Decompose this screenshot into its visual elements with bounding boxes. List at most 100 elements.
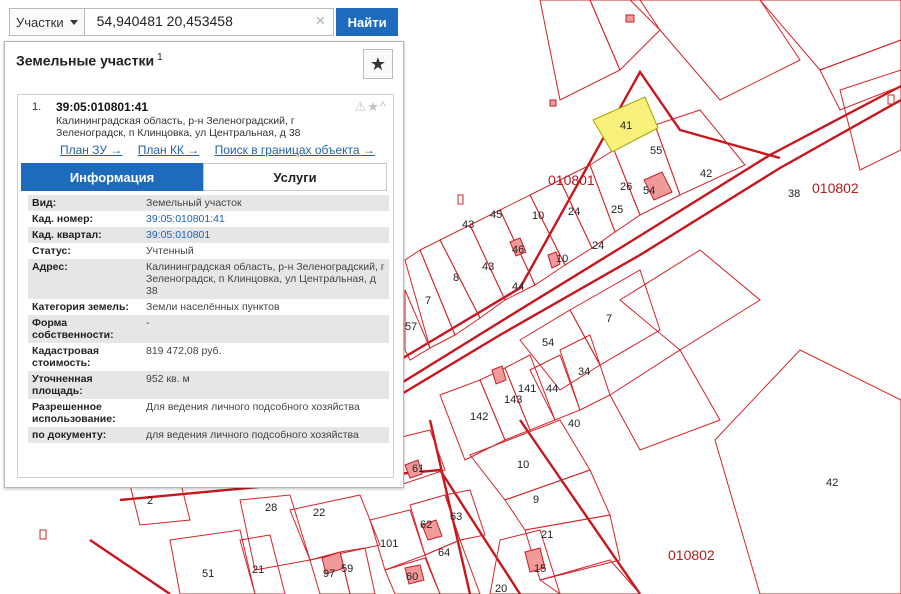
info-row: Категория земель: Земли населённых пункт… bbox=[28, 299, 389, 315]
result-count: 1 bbox=[157, 52, 163, 63]
info-row: Разрешенное использование: Для ведения л… bbox=[28, 399, 389, 427]
parcel-label: 143 bbox=[504, 394, 522, 406]
parcel-label: 42 bbox=[700, 168, 712, 180]
chevron-down-icon bbox=[69, 19, 78, 25]
parcel-label: 7 bbox=[425, 295, 431, 307]
info-value: Калининградская область, р-н Зеленоградс… bbox=[146, 261, 385, 297]
parcel-label: 54 bbox=[643, 185, 655, 197]
info-key: Уточненная площадь: bbox=[32, 373, 93, 397]
parcel-label: 40 bbox=[568, 418, 580, 430]
info-value: - bbox=[146, 317, 150, 329]
parcel-label: 64 bbox=[438, 547, 450, 559]
parcel-label: 42 bbox=[826, 477, 838, 489]
info-row: Уточненная площадь: 952 кв. м bbox=[28, 371, 389, 399]
tab-services[interactable]: Услуги bbox=[203, 163, 387, 191]
parcel-label: 24 bbox=[592, 240, 604, 252]
parcel-label: 51 bbox=[202, 568, 214, 580]
info-row: Кад. номер: 39:05:010801:41 bbox=[28, 211, 389, 227]
parcel-label: 43 bbox=[462, 219, 474, 231]
info-key: Адрес: bbox=[32, 261, 68, 273]
info-value: Для ведения личного подсобного хозяйства bbox=[146, 401, 360, 413]
panel-title: Земельные участки 1 bbox=[16, 52, 163, 69]
parcel-label: 54 bbox=[542, 337, 554, 349]
result-card: 1. 39:05:010801:41 ⚠★^ Калининградская о… bbox=[17, 94, 394, 478]
cad-number-title[interactable]: 39:05:010801:41 bbox=[56, 100, 148, 114]
info-value: 952 кв. м bbox=[146, 373, 190, 385]
info-key: Статус: bbox=[32, 245, 71, 257]
search-in-bounds-link[interactable]: Поиск в границах объекта → bbox=[215, 143, 375, 157]
parcel-label: 28 bbox=[265, 502, 277, 514]
parcel-label: 38 bbox=[788, 188, 800, 200]
parcel-label: 41 bbox=[620, 120, 632, 132]
result-tools: ⚠★^ bbox=[355, 99, 387, 115]
parcel-label: 7 bbox=[606, 313, 612, 325]
search-button[interactable]: Найти bbox=[336, 8, 398, 36]
parcel-label: 60 bbox=[406, 571, 418, 583]
info-table: Вид: Земельный участок Кад. номер: 39:05… bbox=[28, 195, 389, 443]
result-address: Калининградская область, р-н Зеленоградс… bbox=[56, 115, 301, 139]
parcel-label: 9 bbox=[533, 494, 539, 506]
info-value: для ведения личного подсобного хозяйства bbox=[146, 429, 359, 441]
favorite-button[interactable]: ★ bbox=[363, 49, 393, 79]
panel-title-text: Земельные участки bbox=[16, 52, 155, 69]
plan-kk-link[interactable]: План КК → bbox=[138, 143, 200, 157]
info-value-link[interactable]: 39:05:010801:41 bbox=[146, 213, 389, 225]
parcel-label: 26 bbox=[620, 181, 632, 193]
close-icon[interactable]: × bbox=[315, 12, 325, 30]
tab-info[interactable]: Информация bbox=[21, 163, 203, 191]
info-key: Разрешенное использование: bbox=[32, 401, 116, 425]
info-key: Форма собственности: bbox=[32, 317, 114, 341]
plan-zu-link[interactable]: План ЗУ → bbox=[60, 143, 122, 157]
result-links: План ЗУ → План КК → Поиск в границах объ… bbox=[60, 143, 387, 157]
info-value: 819 472,08 руб. bbox=[146, 345, 222, 357]
parcel-label: 55 bbox=[650, 145, 662, 157]
parcel-label: 59 bbox=[341, 563, 353, 575]
parcel-label: 61 bbox=[412, 463, 424, 475]
search-type-dropdown[interactable]: Участки bbox=[9, 8, 84, 36]
parcel-label: 10 bbox=[517, 459, 529, 471]
info-value-link[interactable]: 39:05:010801 bbox=[146, 229, 389, 241]
parcel-label: 2 bbox=[147, 495, 153, 507]
info-key: Кад. квартал: bbox=[32, 229, 102, 241]
info-key: Вид: bbox=[32, 197, 57, 209]
search-input[interactable] bbox=[84, 9, 317, 33]
parcel-label: 97 bbox=[323, 568, 335, 580]
parcel-label: 57 bbox=[405, 321, 417, 333]
info-key: Кад. номер: bbox=[32, 213, 94, 225]
parcel-label: 43 bbox=[482, 261, 494, 273]
parcel-label: 10 bbox=[532, 210, 544, 222]
warning-icon[interactable]: ⚠ bbox=[355, 99, 368, 114]
search-field: × bbox=[83, 8, 335, 36]
info-row: Вид: Земельный участок bbox=[28, 195, 389, 211]
parcel-label: 10 bbox=[556, 253, 568, 265]
quarter-label: 010802 bbox=[668, 547, 715, 563]
parcel-label: 44 bbox=[512, 281, 524, 293]
parcel-label: 34 bbox=[578, 366, 590, 378]
info-key: Категория земель: bbox=[32, 301, 129, 313]
parcel-label: 46 bbox=[512, 244, 524, 256]
parcel-label: 44 bbox=[546, 383, 558, 395]
star-icon[interactable]: ★ bbox=[367, 99, 380, 114]
info-value: Земли населённых пунктов bbox=[146, 301, 280, 313]
info-key: по документу: bbox=[32, 429, 107, 441]
parcel-label: 63 bbox=[450, 511, 462, 523]
quarter-label: 010801 bbox=[548, 172, 595, 188]
search-bar: Участки × Найти bbox=[9, 8, 398, 36]
search-type-label: Участки bbox=[15, 14, 64, 30]
parcel-label: 21 bbox=[252, 564, 264, 576]
chevron-up-icon[interactable]: ^ bbox=[380, 99, 387, 114]
parcel-label: 24 bbox=[568, 206, 580, 218]
info-row: Адрес: Калининградская область, р-н Зеле… bbox=[28, 259, 389, 299]
info-row: Кад. квартал: 39:05:010801 bbox=[28, 227, 389, 243]
parcel-label: 25 bbox=[611, 204, 623, 216]
parcel-label: 20 bbox=[495, 583, 507, 594]
parcel-label: 22 bbox=[313, 507, 325, 519]
info-key: Кадастровая стоимость: bbox=[32, 345, 99, 369]
quarter-label: 010802 bbox=[812, 180, 859, 196]
info-row: Форма собственности: - bbox=[28, 315, 389, 343]
parcel-label: 45 bbox=[490, 209, 502, 221]
parcel-label: 142 bbox=[470, 411, 488, 423]
parcel-label: 101 bbox=[380, 538, 398, 550]
parcel-label: 15 bbox=[534, 563, 546, 575]
info-value: Земельный участок bbox=[146, 197, 242, 209]
